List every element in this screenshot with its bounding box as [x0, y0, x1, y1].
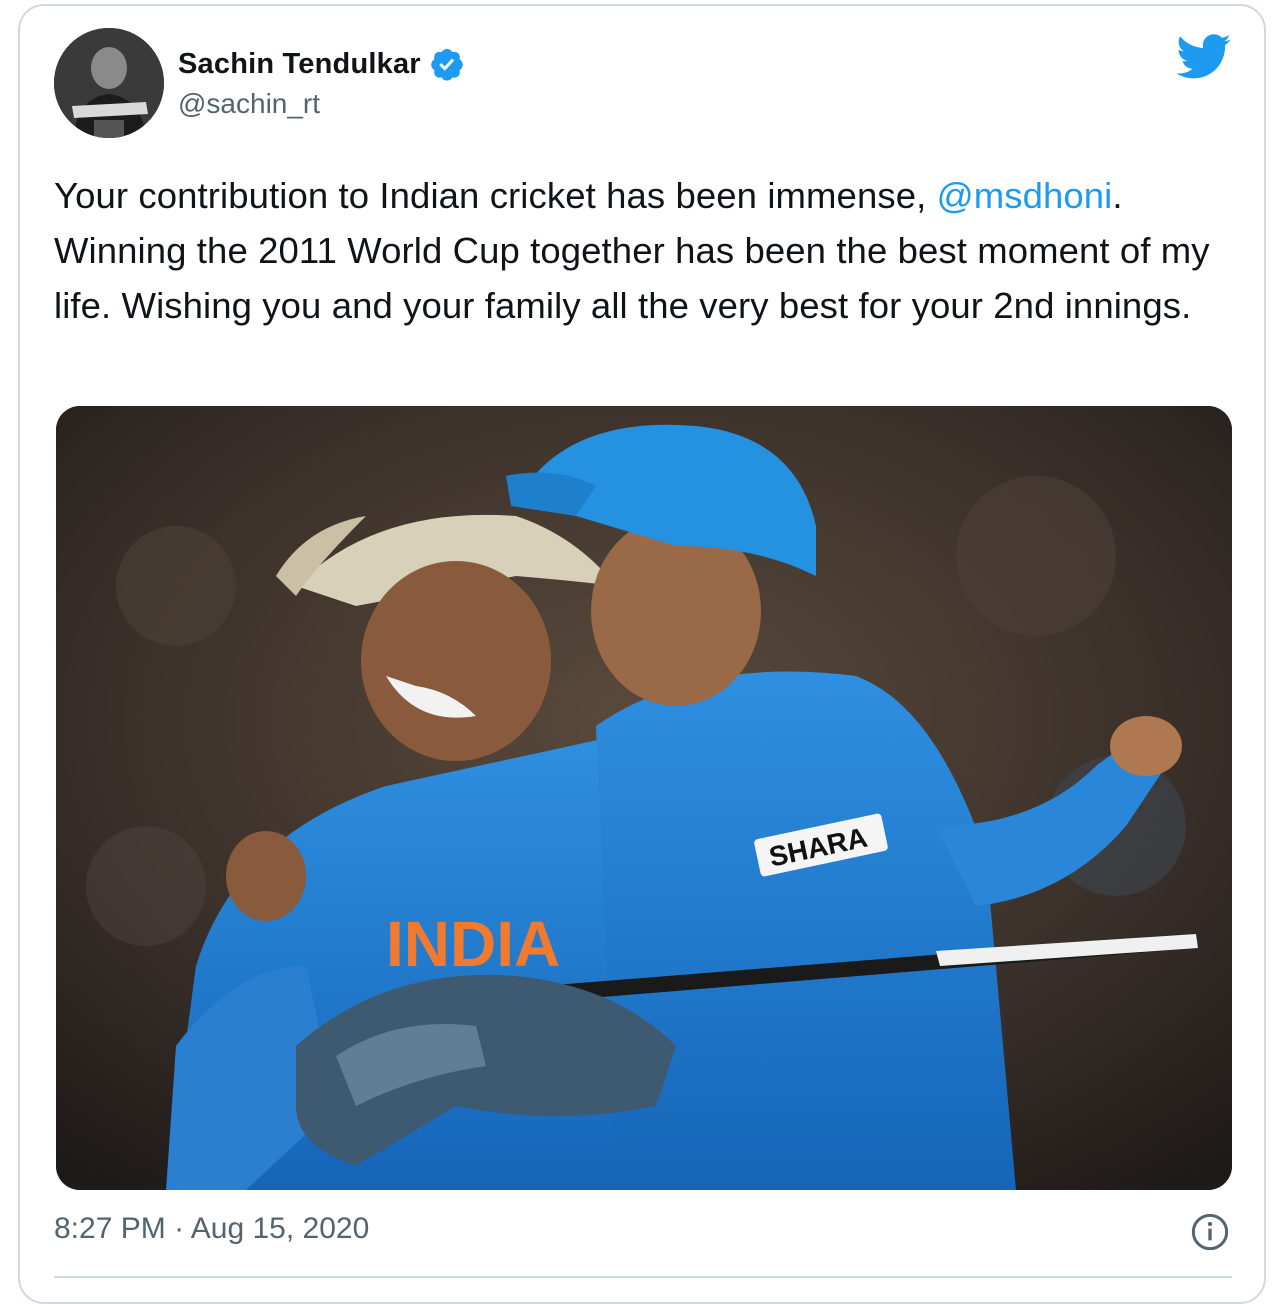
- tweet-time: 8:27 PM: [54, 1212, 166, 1245]
- timestamp-separator: ·: [174, 1212, 185, 1245]
- tweet-timestamp[interactable]: 8:27 PM · Aug 15, 2020: [54, 1212, 369, 1246]
- verified-badge-icon: [431, 48, 463, 81]
- twitter-bird-icon[interactable]: [1176, 34, 1232, 80]
- photo-celebration: INDIA SHARA: [56, 406, 1232, 1190]
- info-icon[interactable]: [1190, 1212, 1230, 1252]
- author-handle[interactable]: @sachin_rt: [178, 88, 320, 120]
- jersey-text: INDIA: [386, 908, 560, 980]
- avatar-photo: [54, 28, 164, 138]
- tweet-photo[interactable]: INDIA SHARA: [56, 406, 1232, 1190]
- mention-link[interactable]: @msdhoni: [937, 175, 1113, 216]
- author-display-name[interactable]: Sachin Tendulkar: [178, 48, 421, 81]
- author-name-row[interactable]: Sachin Tendulkar: [178, 44, 465, 84]
- tweet-text: Your contribution to Indian cricket has …: [54, 168, 1234, 333]
- divider: [54, 1276, 1232, 1278]
- avatar[interactable]: [54, 28, 164, 138]
- tweet-date: Aug 15, 2020: [190, 1212, 370, 1245]
- tweet-text-part1: Your contribution to Indian cricket has …: [54, 175, 937, 216]
